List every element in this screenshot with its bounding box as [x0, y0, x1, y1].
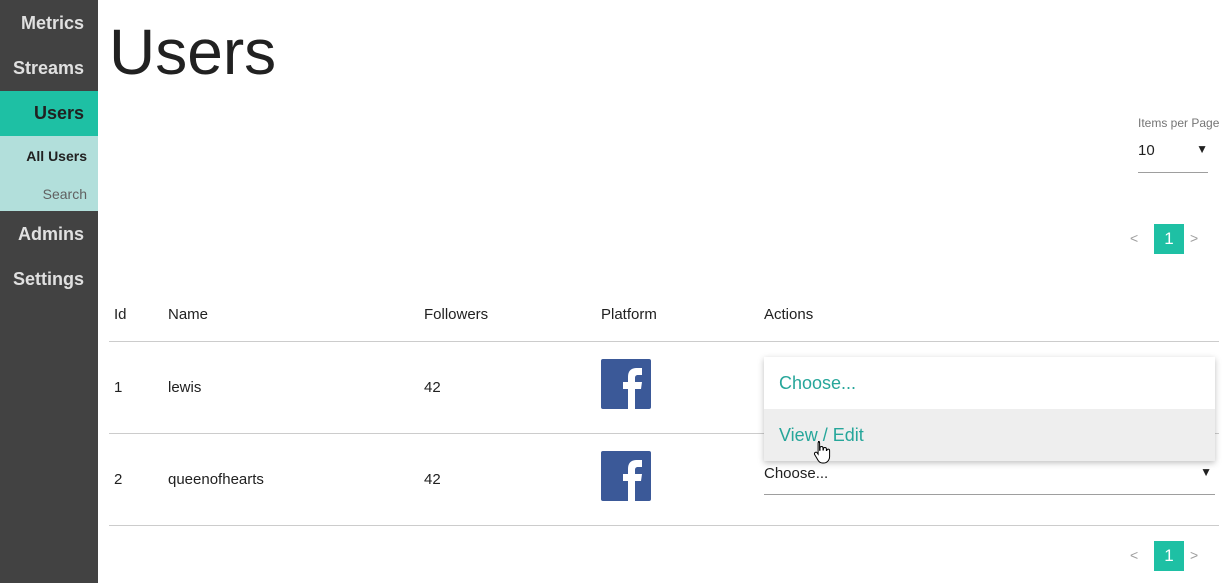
hand-cursor-icon [813, 441, 831, 464]
sidebar-item-streams[interactable]: Streams [0, 46, 98, 91]
column-header-name: Name [168, 306, 209, 323]
dropdown-option-view-edit[interactable]: View / Edit [764, 409, 1215, 461]
sidebar-item-admins[interactable]: Admins [0, 212, 98, 257]
column-header-followers: Followers [424, 306, 489, 323]
sidebar: Metrics Streams Users All Users Search A… [0, 0, 98, 583]
actions-select[interactable]: Choose... ▼ [764, 462, 1215, 495]
facebook-icon[interactable] [601, 359, 651, 409]
actions-dropdown-menu: Choose... View / Edit [764, 357, 1215, 461]
cell-id: 2 [114, 471, 123, 488]
sidebar-item-settings[interactable]: Settings [0, 257, 98, 302]
sidebar-subnav: All Users Search [0, 136, 98, 211]
page-1-button[interactable]: 1 [1154, 224, 1184, 254]
column-header-id: Id [114, 306, 127, 323]
page-title: Users [109, 16, 277, 88]
sidebar-item-metrics[interactable]: Metrics [0, 1, 98, 46]
items-per-page-value: 10 [1138, 142, 1155, 159]
cell-name: queenofhearts [168, 471, 264, 488]
page-1-button[interactable]: 1 [1154, 541, 1184, 571]
sidebar-subitem-search[interactable]: Search [0, 186, 98, 202]
caret-down-icon: ▼ [1200, 465, 1212, 479]
dropdown-option-choose[interactable]: Choose... [764, 357, 1215, 409]
column-header-platform: Platform [601, 306, 657, 323]
sidebar-item-users[interactable]: Users [0, 91, 98, 136]
cell-followers: 42 [424, 471, 441, 488]
facebook-icon[interactable] [601, 451, 651, 501]
next-page-button[interactable]: > [1190, 230, 1198, 246]
items-per-page-label: Items per Page [1138, 116, 1220, 130]
prev-page-button[interactable]: < [1130, 547, 1138, 563]
items-per-page-select[interactable]: 10 ▼ [1138, 138, 1208, 173]
table-divider [109, 341, 1219, 342]
cell-name: lewis [168, 379, 202, 396]
table-divider [109, 525, 1219, 526]
sidebar-subitem-all-users[interactable]: All Users [0, 148, 98, 164]
cell-id: 1 [114, 379, 123, 396]
prev-page-button[interactable]: < [1130, 230, 1138, 246]
cell-followers: 42 [424, 379, 441, 396]
next-page-button[interactable]: > [1190, 547, 1198, 563]
actions-select-value: Choose... [764, 465, 829, 482]
column-header-actions: Actions [764, 306, 814, 323]
caret-down-icon: ▼ [1196, 142, 1208, 156]
